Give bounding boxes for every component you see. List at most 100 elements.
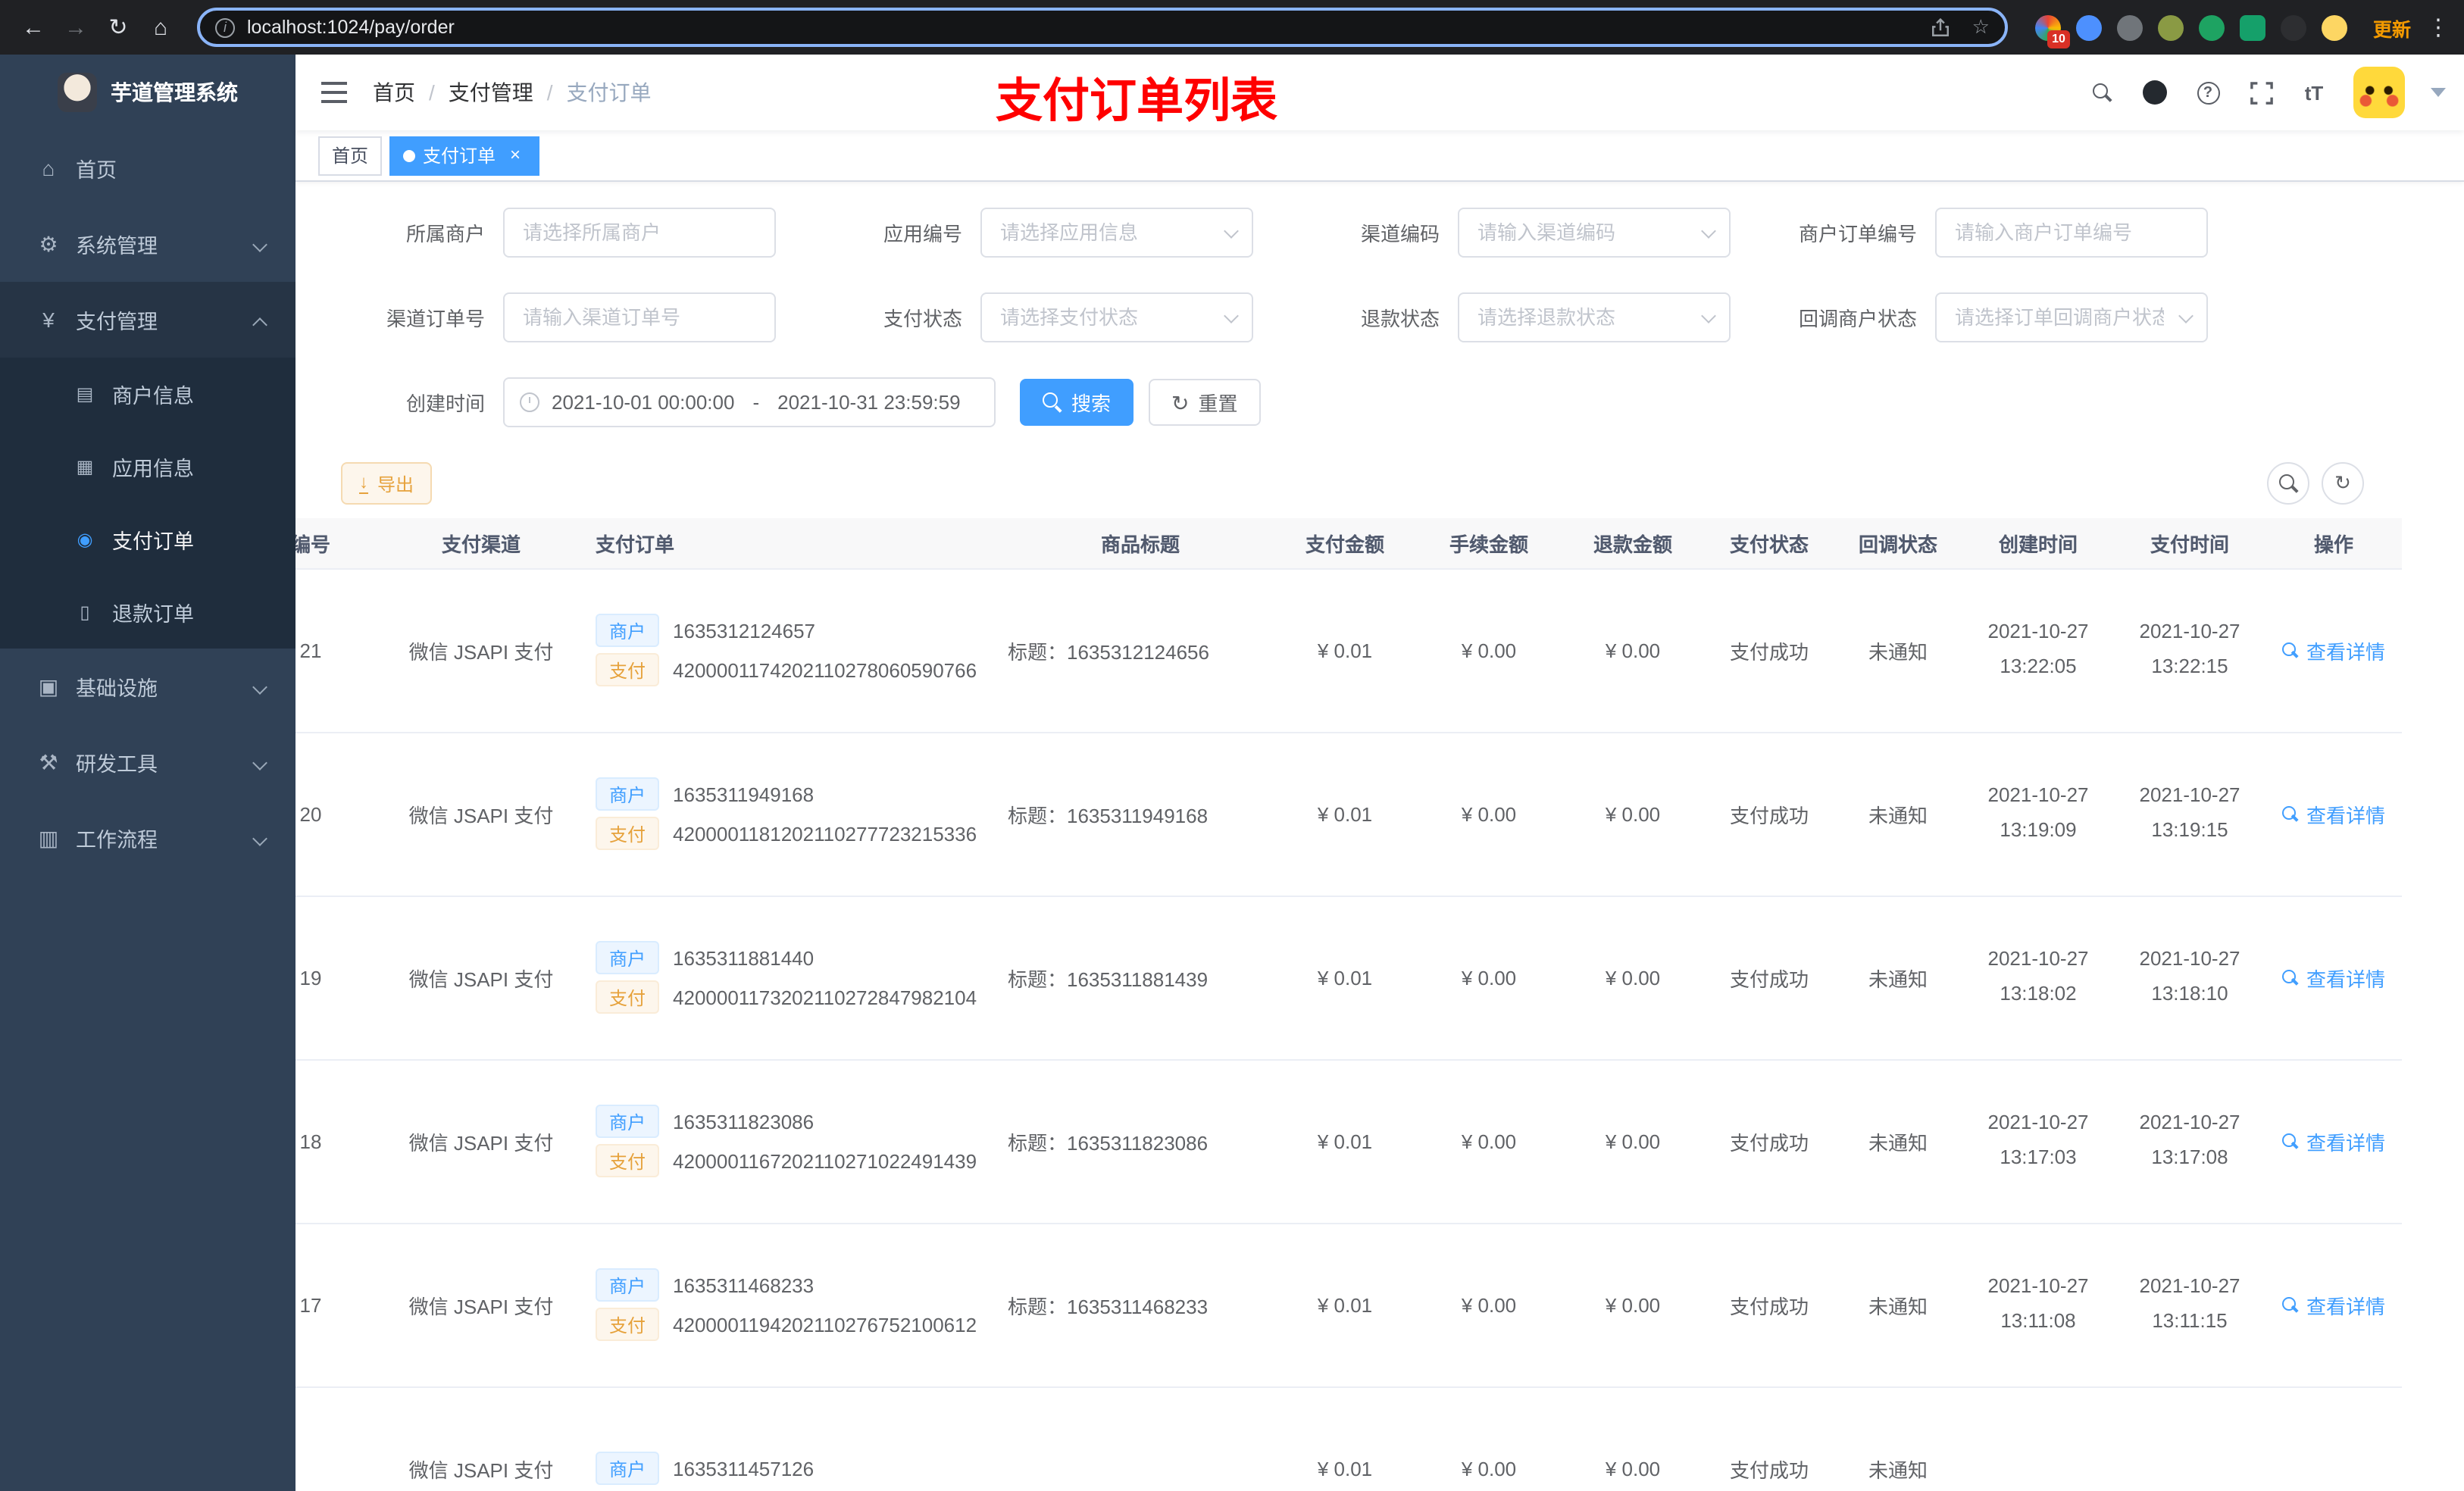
pay-order-line: 支付 4200001174202110278060590766	[583, 653, 1008, 686]
detail-search-icon	[2281, 1133, 2299, 1149]
app-grid-icon: ▦	[76, 456, 94, 477]
sidebar-item-refund-order[interactable]: ▯ 退款订单	[0, 576, 295, 649]
pay-order-line: 支付 4200001194202110276752100612	[583, 1308, 1008, 1341]
sidebar-item-workflow[interactable]: ▥ 工作流程	[0, 800, 295, 876]
browser-update-button[interactable]: 更新	[2359, 7, 2425, 48]
app-logo-row[interactable]: 芋道管理系统	[0, 55, 295, 130]
filter-item: 所属商户	[341, 208, 776, 258]
pay-tag: 支付	[596, 980, 660, 1014]
table-row: 20 微信 JSAPI 支付 商户 1635311949168 支付 42000…	[295, 732, 2402, 896]
sidebar-item-payment[interactable]: ¥ 支付管理	[0, 282, 295, 358]
view-detail-link[interactable]: 查看详情	[2281, 963, 2385, 992]
column-header: 支付渠道	[379, 518, 583, 569]
sidebar-item-app-info[interactable]: ▦ 应用信息	[0, 430, 295, 503]
filter-row-3: 创建时间 2021-10-01 00:00:00 - 2021-10-31 23…	[341, 377, 2464, 427]
sidebar-item-infrastructure[interactable]: ▣ 基础设施	[0, 649, 295, 724]
sidebar-item-system[interactable]: ⚙ 系统管理	[0, 206, 295, 282]
page-content: 所属商户 应用编号 渠道编码 商户订单编号 渠道订单号	[295, 182, 2464, 1491]
user-menu-caret-icon[interactable]	[2431, 88, 2446, 97]
tab-close-icon[interactable]: ×	[505, 144, 526, 166]
sidebar-item-home[interactable]: ⌂ 首页	[0, 130, 295, 206]
workflow-icon: ▥	[38, 825, 59, 849]
export-button[interactable]: ↓ 导出	[341, 462, 433, 505]
address-bar[interactable]: localhost:1024/pay/order ☆	[197, 8, 2008, 47]
filter-input-channel-order-no[interactable]	[503, 292, 776, 342]
column-header: 支付金额	[1273, 518, 1417, 569]
orders-table-wrap: 编号支付渠道支付订单商品标题支付金额手续金额退款金额支付状态回调状态创建时间支付…	[295, 518, 2402, 1491]
table-toolbar: ↓ 导出 ↻	[341, 462, 2464, 505]
extension-badge: 10	[2047, 30, 2070, 48]
filter-select-pay-status[interactable]	[980, 292, 1253, 342]
extension-face-icon[interactable]	[2321, 14, 2347, 40]
breadcrumb-home[interactable]: 首页	[373, 77, 415, 108]
filter-select-refund-status[interactable]	[1458, 292, 1731, 342]
sidebar-toggle-button[interactable]	[295, 55, 373, 130]
filter-item: 回调商户状态	[1773, 292, 2208, 342]
view-detail-link[interactable]: 查看详情	[2281, 799, 2385, 828]
browser-home-button[interactable]: ⌂	[139, 6, 182, 48]
extension-green-square-icon[interactable]	[2239, 14, 2265, 40]
toggle-search-button[interactable]	[2267, 462, 2309, 505]
extension-green-check-icon[interactable]	[2198, 14, 2225, 40]
search-icon[interactable]	[2088, 79, 2115, 106]
sidebar-item-merchant-info[interactable]: ▤ 商户信息	[0, 358, 295, 430]
github-icon[interactable]	[2141, 79, 2169, 106]
infrastructure-icon: ▣	[38, 674, 59, 698]
filter-item: 应用编号	[818, 208, 1253, 258]
filter-input-merchant-order-no[interactable]	[1935, 208, 2208, 258]
reset-button[interactable]: ↻ 重置	[1149, 379, 1261, 426]
refresh-table-button[interactable]: ↻	[2322, 462, 2364, 505]
merchant-tag: 商户	[596, 941, 660, 974]
extension-gray-icon[interactable]	[2116, 14, 2143, 40]
refund-doc-icon: ▯	[80, 602, 90, 623]
pay-tag: 支付	[596, 653, 660, 686]
fullscreen-icon[interactable]	[2247, 79, 2275, 106]
filter-input-merchant[interactable]	[503, 208, 776, 258]
share-icon[interactable]	[1927, 14, 1954, 41]
search-button[interactable]: 搜索	[1020, 379, 1134, 426]
font-size-icon[interactable]	[2300, 79, 2328, 106]
column-header: 商品标题	[1008, 518, 1273, 569]
pay-status-text: 支付成功	[1729, 804, 1809, 827]
filter-label-create-time: 创建时间	[405, 392, 485, 415]
view-detail-link[interactable]: 查看详情	[2281, 1290, 2385, 1319]
help-icon[interactable]	[2194, 79, 2222, 106]
orders-table: 编号支付渠道支付订单商品标题支付金额手续金额退款金额支付状态回调状态创建时间支付…	[295, 518, 2402, 1491]
app-title: 芋道管理系统	[111, 80, 238, 105]
merchant-order-line: 商户 1635311457126	[583, 1452, 1008, 1485]
browser-back-button[interactable]: ←	[12, 6, 55, 48]
tab-pay-order[interactable]: 支付订单 ×	[389, 136, 540, 175]
extension-blue-icon[interactable]	[2075, 14, 2102, 40]
filter-label-notify-status: 回调商户状态	[1798, 308, 1917, 330]
sidebar-item-dev-tools[interactable]: ⚒ 研发工具	[0, 724, 295, 800]
home-icon: ⌂	[42, 156, 55, 180]
filter-select-notify-status[interactable]	[1935, 292, 2208, 342]
site-info-icon[interactable]	[215, 17, 235, 37]
column-header: 支付时间	[2114, 518, 2265, 569]
user-avatar[interactable]	[2353, 67, 2405, 118]
extension-olive-icon[interactable]	[2157, 14, 2184, 40]
view-detail-link[interactable]: 查看详情	[2281, 1127, 2385, 1155]
filter-select-channel-code[interactable]	[1458, 208, 1731, 258]
breadcrumb-pay-manage[interactable]: 支付管理	[449, 77, 533, 108]
browser-reload-button[interactable]: ↻	[97, 6, 139, 48]
page-annotation: 支付订单列表	[996, 74, 1277, 127]
pay-order-line: 支付 4200001173202110272847982104	[583, 980, 1008, 1014]
browser-menu-icon[interactable]: ⋮	[2425, 14, 2452, 41]
filter-label-channel-code: 渠道编码	[1360, 223, 1440, 245]
browser-forward-button[interactable]: →	[55, 6, 97, 48]
filter-item: 渠道订单号	[341, 292, 776, 342]
extension-dark-icon[interactable]	[2280, 14, 2306, 40]
filter-select-app-no[interactable]	[980, 208, 1253, 258]
hamburger-icon	[321, 82, 347, 103]
date-range-input[interactable]: 2021-10-01 00:00:00 - 2021-10-31 23:59:5…	[503, 377, 996, 427]
extensions-area: 10	[2034, 14, 2347, 48]
extension-colorful-icon[interactable]: 10	[2034, 14, 2070, 48]
tab-home[interactable]: 首页	[318, 136, 383, 175]
sidebar-item-pay-order[interactable]: ◉ 支付订单	[0, 503, 295, 576]
table-row: 19 微信 JSAPI 支付 商户 1635311881440 支付 42000…	[295, 896, 2402, 1060]
sidebar-menu: ⌂ 首页 ⚙ 系统管理 ¥ 支付管理 ▤ 商户信息 ▦ 应用信息 ◉ 支付订单 …	[0, 130, 295, 876]
view-detail-link[interactable]: 查看详情	[2281, 636, 2385, 664]
filter-label-refund-status: 退款状态	[1360, 308, 1440, 330]
bookmark-star-icon[interactable]: ☆	[1972, 15, 1990, 39]
